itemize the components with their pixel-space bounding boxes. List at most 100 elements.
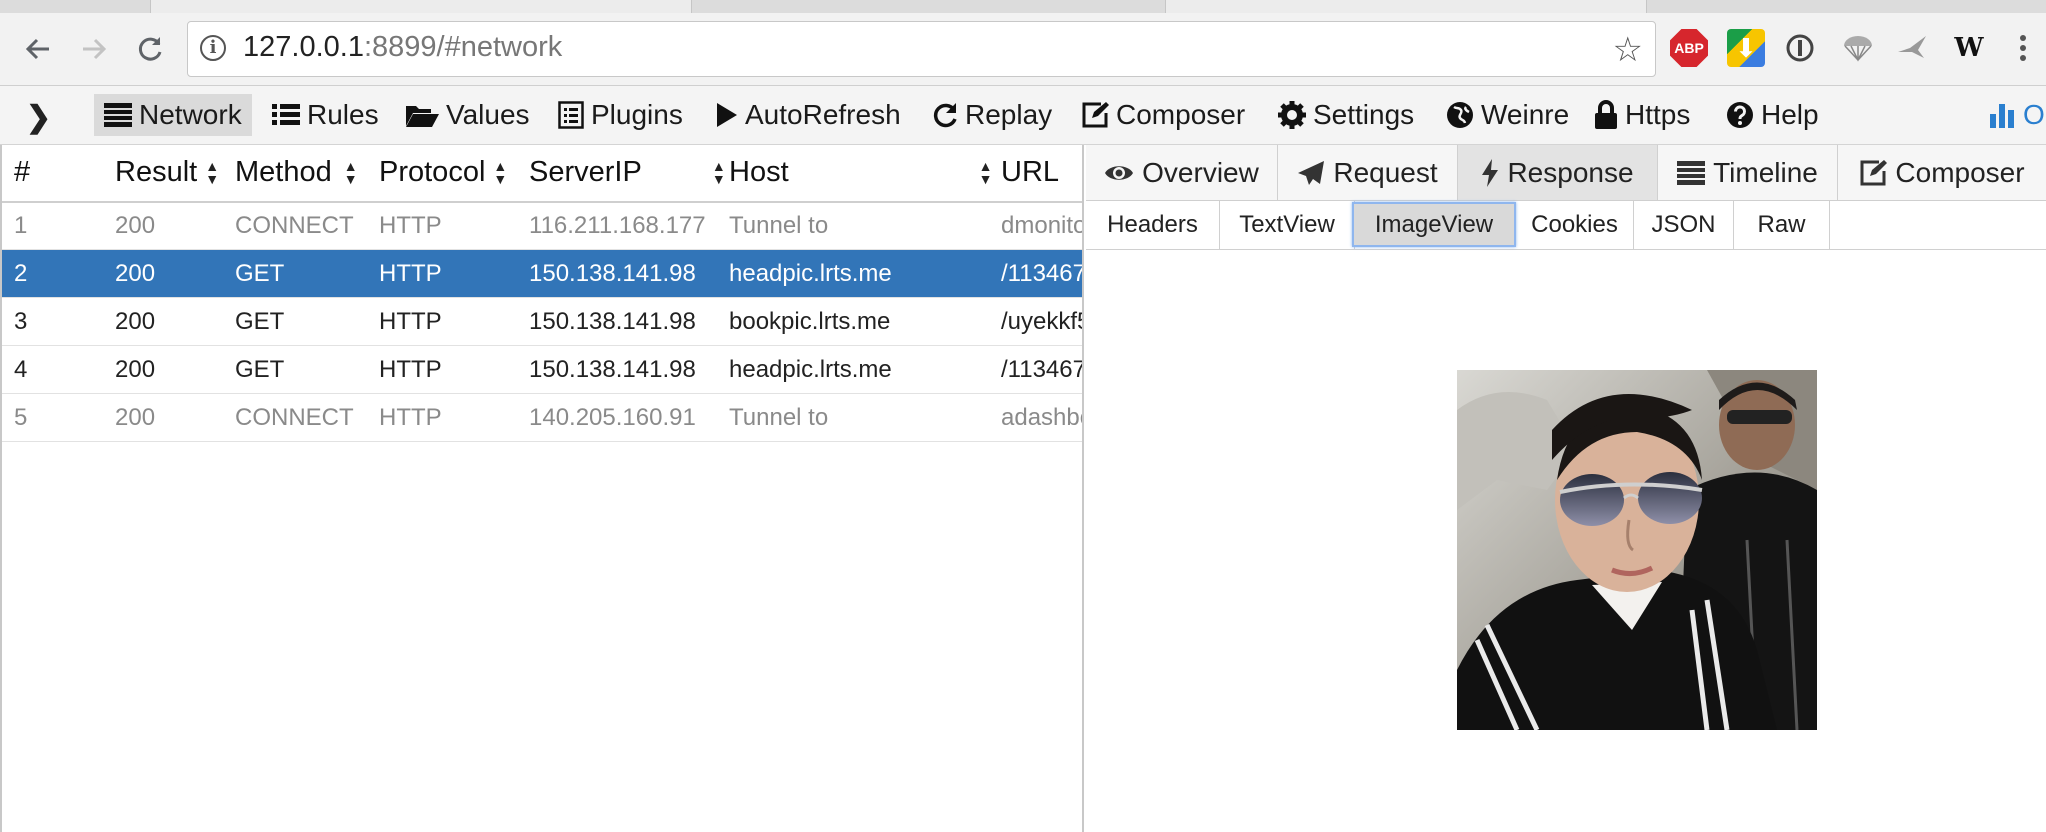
subtab-cookies[interactable]: Cookies bbox=[1516, 201, 1634, 249]
tab-strip bbox=[0, 0, 2046, 14]
info-icon[interactable]: i bbox=[200, 35, 226, 61]
tab-timeline[interactable]: Timeline bbox=[1658, 145, 1838, 200]
folder-open-icon bbox=[405, 102, 439, 128]
menu-rules-label: Rules bbox=[307, 99, 379, 130]
subtab-label: Headers bbox=[1107, 211, 1198, 238]
cell-protocol: HTTP bbox=[379, 356, 442, 383]
column-header-result[interactable]: Result ▲ ▼ bbox=[115, 156, 219, 189]
table-row[interactable]: 3 200 GET HTTP 150.138.141.98 bookpic.lr… bbox=[2, 298, 1084, 346]
menu-settings[interactable]: Settings bbox=[1278, 94, 1414, 136]
tab-response[interactable]: Response bbox=[1458, 145, 1658, 200]
main-menu-bar: ❯ Network Rules Values Plugins AutoRefre… bbox=[0, 86, 2046, 145]
tab-label: Timeline bbox=[1713, 156, 1818, 188]
column-header-label: ServerIP bbox=[529, 156, 642, 188]
cell-method: GET bbox=[235, 260, 285, 287]
cell-num: 4 bbox=[14, 356, 28, 383]
browser-tab[interactable] bbox=[150, 0, 692, 14]
table-row[interactable]: 5 200 CONNECT HTTP 140.205.160.91 Tunnel… bbox=[2, 394, 1082, 442]
sort-icon: ▲ ▼ bbox=[343, 157, 358, 187]
drive-extension-icon[interactable]: ⬇ bbox=[1727, 29, 1765, 67]
cell-serverip: 150.138.141.98 bbox=[529, 356, 696, 383]
address-bar[interactable]: i 127.0.0.1:8899/#network ☆ bbox=[187, 21, 1656, 77]
cell-protocol: HTTP bbox=[379, 404, 442, 431]
list-alt-icon bbox=[558, 101, 584, 129]
cell-url: /uyekkf5 bbox=[1001, 308, 1084, 335]
menu-https[interactable]: Https bbox=[1594, 94, 1690, 136]
table-row[interactable]: 4 200 GET HTTP 150.138.141.98 headpic.lr… bbox=[2, 346, 1084, 394]
column-header-label: URL bbox=[1001, 156, 1060, 188]
response-subtabs: Headers TextView ImageView Cookies JSON … bbox=[1086, 201, 2046, 250]
globe-icon bbox=[1446, 101, 1474, 129]
menu-autorefresh[interactable]: AutoRefresh bbox=[716, 94, 901, 136]
menu-help-label: Help bbox=[1761, 99, 1819, 130]
reload-icon[interactable] bbox=[128, 27, 172, 71]
column-header-label: Host bbox=[729, 156, 789, 188]
column-header-url[interactable]: URL bbox=[1001, 156, 1059, 189]
menu-plugins-label: Plugins bbox=[591, 99, 683, 130]
menu-composer[interactable]: Composer bbox=[1081, 94, 1245, 136]
menu-values[interactable]: Values bbox=[405, 94, 530, 136]
subtab-json[interactable]: JSON bbox=[1634, 201, 1734, 249]
menu-replay-label: Replay bbox=[965, 99, 1053, 130]
column-header-serverip[interactable]: ServerIP ▲ ▼ bbox=[529, 156, 726, 189]
sort-icon: ▲ ▼ bbox=[205, 157, 220, 187]
cell-serverip: 150.138.141.98 bbox=[529, 308, 696, 335]
cell-host: Tunnel to bbox=[729, 404, 829, 431]
menu-plugins[interactable]: Plugins bbox=[558, 94, 683, 136]
star-icon[interactable]: ☆ bbox=[1613, 30, 1643, 70]
cell-host: bookpic.lrts.me bbox=[729, 308, 891, 335]
cell-result: 200 bbox=[115, 260, 156, 287]
back-arrow-icon[interactable] bbox=[16, 27, 60, 71]
cell-serverip: 150.138.141.98 bbox=[529, 260, 696, 287]
table-row[interactable]: 1 200 CONNECT HTTP 116.211.168.177 Tunne… bbox=[2, 202, 1082, 250]
menu-composer-label: Composer bbox=[1116, 99, 1246, 130]
menu-network[interactable]: Network bbox=[94, 94, 252, 136]
cell-protocol: HTTP bbox=[379, 212, 442, 239]
menu-autorefresh-label: AutoRefresh bbox=[745, 99, 901, 130]
list-icon bbox=[1677, 160, 1706, 186]
cell-result: 200 bbox=[115, 212, 156, 239]
address-toolbar: i 127.0.0.1:8899/#network ☆ ABP ⬇ W bbox=[0, 13, 2046, 86]
adblock-plus-icon[interactable]: ABP bbox=[1670, 29, 1708, 67]
subtab-label: Cookies bbox=[1531, 211, 1618, 238]
edit-icon bbox=[1081, 101, 1109, 129]
menu-replay[interactable]: Replay bbox=[932, 94, 1052, 136]
onepassword-icon[interactable] bbox=[1781, 29, 1819, 67]
menu-help[interactable]: Help bbox=[1726, 94, 1819, 136]
bird-icon[interactable] bbox=[1893, 29, 1931, 67]
gear-icon bbox=[1278, 101, 1306, 129]
parachute-icon[interactable] bbox=[1839, 29, 1877, 67]
url-text[interactable]: 127.0.0.1:8899/#network bbox=[243, 31, 562, 64]
response-image-preview bbox=[1457, 370, 1817, 730]
subtab-label: ImageView bbox=[1374, 210, 1494, 238]
cell-host: headpic.lrts.me bbox=[729, 356, 892, 383]
cell-num: 1 bbox=[14, 212, 28, 239]
column-header-method[interactable]: Method ▲ ▼ bbox=[235, 156, 358, 189]
subtab-imageview[interactable]: ImageView bbox=[1352, 202, 1516, 247]
cell-num: 5 bbox=[14, 404, 28, 431]
subtab-raw[interactable]: Raw bbox=[1734, 201, 1830, 249]
menu-dots-icon[interactable] bbox=[2008, 29, 2038, 67]
column-header-num[interactable]: # bbox=[14, 156, 30, 189]
menu-on-label: On bbox=[2023, 99, 2046, 130]
chevron-right-icon[interactable]: ❯ bbox=[26, 100, 51, 135]
tab-composer[interactable]: Composer bbox=[1838, 145, 2046, 200]
table-row-selected[interactable]: 2 200 GET HTTP 150.138.141.98 headpic.lr… bbox=[2, 250, 1082, 298]
lock-icon bbox=[1594, 100, 1618, 130]
browser-tab[interactable] bbox=[1165, 0, 1647, 14]
subtab-textview[interactable]: TextView bbox=[1220, 201, 1355, 249]
subtab-headers[interactable]: Headers bbox=[1086, 201, 1220, 249]
send-icon bbox=[1297, 160, 1325, 186]
column-header-protocol[interactable]: Protocol ▲ ▼ bbox=[379, 156, 507, 189]
forward-arrow-icon[interactable] bbox=[72, 27, 116, 71]
tab-label: Overview bbox=[1142, 156, 1259, 188]
column-header-host[interactable]: Host ▲ ▼ bbox=[729, 156, 993, 189]
tab-overview[interactable]: Overview bbox=[1086, 145, 1278, 200]
cell-url: /113467 bbox=[1001, 356, 1084, 383]
menu-on[interactable]: On bbox=[1990, 94, 2046, 136]
w-extension-icon[interactable]: W bbox=[1950, 29, 1988, 67]
tab-request[interactable]: Request bbox=[1278, 145, 1458, 200]
menu-rules[interactable]: Rules bbox=[272, 94, 379, 136]
subtab-label: TextView bbox=[1239, 211, 1335, 238]
menu-weinre[interactable]: Weinre bbox=[1446, 94, 1569, 136]
